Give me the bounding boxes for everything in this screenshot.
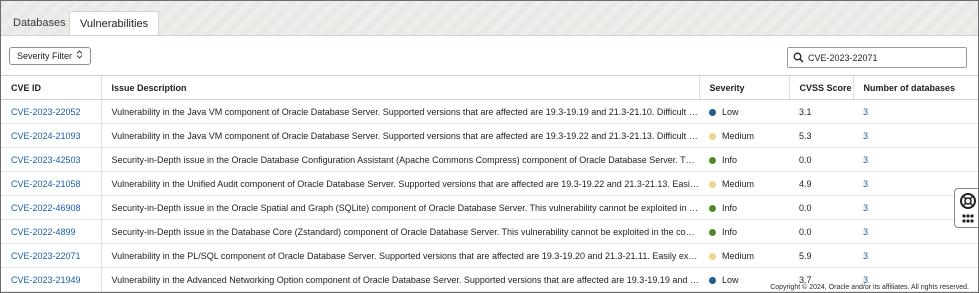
table-row[interactable]: CVE-2023-22052 Vulnerability in the Java …	[1, 99, 978, 124]
cvss-score: 0.0	[789, 147, 853, 172]
severity-dot-icon	[709, 252, 716, 260]
number-of-databases-link[interactable]: 3	[853, 123, 978, 148]
severity-dot-icon	[709, 204, 716, 212]
severity-label: Medium	[722, 178, 755, 189]
severity-cell: Medium	[699, 243, 789, 268]
cve-id-link[interactable]: CVE-2024-21093	[1, 123, 102, 148]
severity-dot-icon	[709, 156, 716, 164]
severity-cell: Low	[699, 99, 789, 124]
severity-cell: Info	[699, 147, 789, 172]
sort-chevron-icon	[76, 48, 83, 64]
table-row[interactable]: CVE-2024-21093 Vulnerability in the Java …	[1, 123, 978, 148]
cve-id-link[interactable]: CVE-2023-22052	[1, 99, 102, 124]
severity-dot-icon	[709, 108, 716, 116]
table-row[interactable]: CVE-2022-46908 Security-in-Depth issue in…	[1, 195, 978, 220]
column-header-severity[interactable]: Severity	[698, 75, 789, 100]
table-row[interactable]: CVE-2022-4899 Security-in-Depth issue in …	[1, 219, 978, 244]
cvss-score: 0.0	[789, 195, 853, 220]
table-row[interactable]: CVE-2024-21058 Vulnerability in the Unifi…	[1, 171, 978, 196]
severity-dot-icon	[709, 276, 716, 284]
app-frame: Databases Vulnerabilities Severity Filte…	[0, 0, 979, 293]
help-lifebuoy-icon	[960, 193, 976, 223]
severity-dot-icon	[709, 132, 716, 140]
issue-description: Security-in-Depth issue in the Oracle Da…	[101, 147, 699, 172]
severity-cell: Medium	[699, 123, 789, 148]
search-icon	[790, 50, 806, 66]
column-header-cvss-score[interactable]: CVSS Score	[788, 75, 853, 100]
severity-cell: Medium	[699, 171, 789, 196]
number-of-databases-link[interactable]: 3	[853, 99, 978, 124]
cve-id-link[interactable]: CVE-2024-21058	[1, 171, 102, 196]
cve-id-link[interactable]: CVE-2023-42503	[1, 147, 102, 172]
search-input[interactable]	[806, 52, 960, 63]
vulnerabilities-table: CVE ID Issue Description Severity CVSS S…	[1, 75, 978, 292]
cvss-score: 3.1	[789, 99, 853, 124]
tab-bar: Databases Vulnerabilities	[1, 1, 978, 36]
search-box[interactable]	[787, 47, 967, 68]
table-header-row: CVE ID Issue Description Severity CVSS S…	[1, 75, 978, 100]
copyright-footer: Copyright © 2024, Oracle and/or its affi…	[767, 284, 972, 291]
issue-description: Security-in-Depth issue in the Oracle Sp…	[101, 195, 699, 220]
severity-label: Medium	[722, 250, 755, 261]
tab-databases[interactable]: Databases	[3, 11, 76, 35]
issue-description: Vulnerability in the PL/SQL component of…	[101, 243, 699, 268]
cvss-score: 5.3	[789, 123, 853, 148]
cvss-score: 4.9	[789, 171, 853, 196]
severity-label: Low	[722, 106, 739, 117]
severity-label: Info	[722, 226, 738, 237]
cve-id-link[interactable]: CVE-2023-22071	[1, 243, 102, 268]
cvss-score: 0.0	[789, 219, 853, 244]
severity-label: Medium	[722, 130, 755, 141]
severity-cell: Info	[699, 219, 789, 244]
table-body: CVE-2023-22052 Vulnerability in the Java …	[1, 99, 978, 292]
issue-description: Vulnerability in the Advanced Networking…	[101, 267, 699, 292]
help-widget[interactable]	[954, 188, 978, 228]
severity-cell: Info	[699, 195, 789, 220]
severity-dot-icon	[709, 180, 716, 188]
table-row[interactable]: CVE-2023-42503 Security-in-Depth issue in…	[1, 147, 978, 172]
column-header-issue-description[interactable]: Issue Description	[100, 75, 699, 100]
cvss-score: 5.9	[789, 243, 853, 268]
cve-id-link[interactable]: CVE-2022-46908	[1, 195, 102, 220]
severity-filter-button[interactable]: Severity Filter	[9, 47, 92, 65]
severity-label: Info	[722, 202, 738, 213]
vulnerabilities-panel: Severity Filter CVE ID Issue Description…	[1, 35, 978, 292]
severity-filter-label: Severity Filter	[17, 51, 73, 61]
cve-id-link[interactable]: CVE-2022-4899	[1, 219, 102, 244]
number-of-databases-link[interactable]: 3	[853, 243, 978, 268]
cve-id-link[interactable]: CVE-2023-21949	[1, 267, 102, 292]
severity-dot-icon	[709, 228, 716, 236]
table-row[interactable]: CVE-2023-22071 Vulnerability in the PL/SQ…	[1, 243, 978, 268]
column-header-cve-id[interactable]: CVE ID	[1, 75, 101, 100]
issue-description: Security-in-Depth issue in the Database …	[101, 219, 699, 244]
column-header-number-of-databases[interactable]: Number of databases	[852, 75, 978, 100]
number-of-databases-link[interactable]: 3	[853, 147, 978, 172]
issue-description: Vulnerability in the Java VM component o…	[101, 123, 699, 148]
severity-label: Low	[722, 274, 739, 285]
tab-vulnerabilities[interactable]: Vulnerabilities	[69, 11, 160, 36]
issue-description: Vulnerability in the Java VM component o…	[101, 99, 699, 124]
severity-label: Info	[722, 154, 738, 165]
issue-description: Vulnerability in the Unified Audit compo…	[101, 171, 699, 196]
